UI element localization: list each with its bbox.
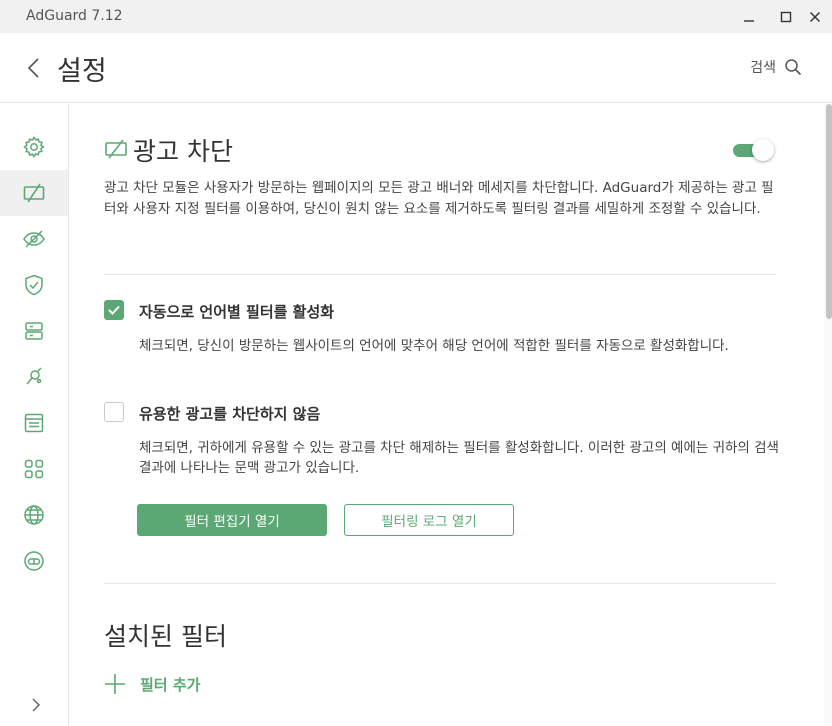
- page-header: 설정 검색: [0, 33, 832, 103]
- open-filtering-log-button[interactable]: 필터링 로그 열기: [344, 504, 514, 536]
- eye-slash-icon: [23, 230, 45, 248]
- auto-language-filters-checkbox[interactable]: [104, 300, 124, 320]
- checkmark-icon: [108, 305, 120, 315]
- main-content: 광고 차단 광고 차단 모듈은 사용자가 방문하는 웹페이지의 모든 광고 배너…: [69, 104, 824, 726]
- sidebar-item-ad-blocking[interactable]: [0, 170, 68, 216]
- browsing-security-icon: [25, 322, 43, 340]
- close-button[interactable]: [795, 0, 832, 33]
- plus-icon: [105, 674, 125, 694]
- search-icon: [785, 59, 802, 76]
- sidebar: [0, 104, 69, 726]
- sidebar-item-general[interactable]: [0, 124, 68, 170]
- option-title: 유용한 광고를 차단하지 않음: [139, 405, 321, 423]
- sidebar-item-extensions[interactable]: [0, 354, 68, 400]
- back-button[interactable]: [24, 56, 44, 80]
- sidebar-item-browsing-security[interactable]: [0, 262, 68, 308]
- apps-grid-icon: [24, 459, 44, 479]
- maximize-icon: [780, 11, 792, 22]
- toggle-knob: [752, 139, 774, 161]
- ad-block-icon: [105, 139, 127, 159]
- scrollbar-thumb[interactable]: [826, 104, 832, 319]
- sidebar-item-parental-control[interactable]: [0, 308, 68, 354]
- search-button[interactable]: 검색: [750, 57, 802, 77]
- chevron-right-icon: [32, 698, 41, 712]
- add-filter-button[interactable]: 필터 추가: [104, 673, 200, 695]
- chevron-left-icon: [27, 58, 39, 78]
- title-bar: AdGuard 7.12: [0, 0, 832, 33]
- ad-block-icon: [23, 183, 45, 203]
- sidebar-item-tracking-protection[interactable]: [0, 216, 68, 262]
- section-description: 광고 차단 모듈은 사용자가 방문하는 웹페이지의 모든 광고 배너와 메세지를…: [104, 180, 774, 217]
- extensions-icon: [26, 367, 42, 385]
- divider: [104, 583, 776, 584]
- gear-icon: [23, 136, 45, 158]
- sidebar-item-network[interactable]: [0, 492, 68, 538]
- installed-filters-title: 설치된 필터: [104, 622, 227, 651]
- window-title: AdGuard 7.12: [26, 8, 123, 24]
- minimize-icon: [744, 19, 754, 22]
- divider: [104, 274, 776, 275]
- sidebar-item-vpn[interactable]: [0, 538, 68, 584]
- ad-blocking-toggle[interactable]: [733, 139, 774, 161]
- open-filter-editor-button[interactable]: 필터 편집기 열기: [137, 504, 327, 536]
- section-title: 광고 차단: [133, 137, 233, 166]
- shield-check-icon: [25, 274, 43, 296]
- search-label: 검색: [750, 60, 776, 76]
- close-icon: [810, 11, 820, 22]
- option-description: 체크되면, 귀하에게 유용할 수 있는 광고를 차단 해제하는 필터를 활성화합…: [139, 440, 779, 476]
- browser-window-icon: [24, 413, 44, 433]
- option-description: 체크되면, 당신이 방문하는 웹사이트의 언어에 맞추어 해당 언어에 적합한 …: [139, 338, 729, 354]
- option-title: 자동으로 언어별 필터를 활성화: [139, 303, 335, 321]
- add-filter-label: 필터 추가: [140, 675, 201, 694]
- globe-icon: [24, 505, 44, 525]
- vpn-icon: [24, 551, 44, 571]
- sidebar-expand-button[interactable]: [25, 694, 47, 716]
- sidebar-item-stealth-mode[interactable]: [0, 400, 68, 446]
- page-title: 설정: [57, 56, 107, 87]
- minimize-button[interactable]: [729, 0, 769, 33]
- sidebar-item-apps[interactable]: [0, 446, 68, 492]
- useful-ads-checkbox[interactable]: [104, 402, 124, 422]
